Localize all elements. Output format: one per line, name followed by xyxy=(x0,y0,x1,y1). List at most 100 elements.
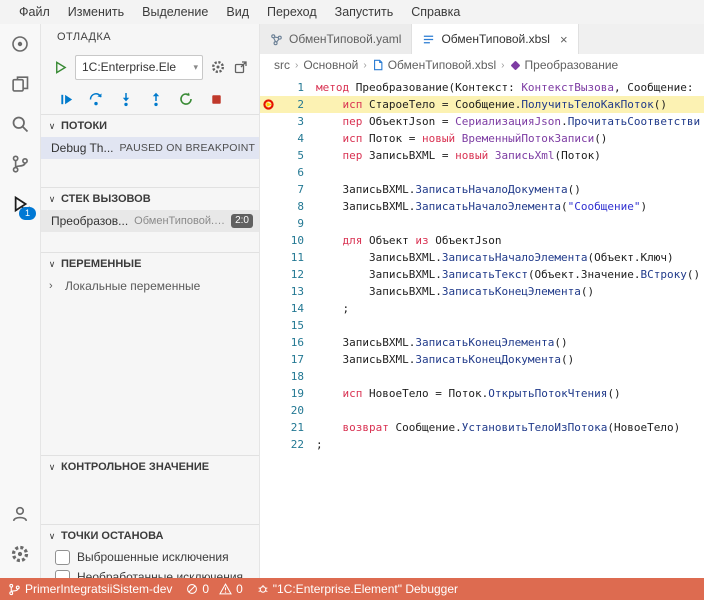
line-number[interactable]: 6 xyxy=(276,166,316,179)
variables-section-header[interactable]: ∨ ПЕРЕМЕННЫЕ xyxy=(41,252,259,275)
open-panel-icon[interactable] xyxy=(233,59,249,75)
breakpoint-gutter[interactable] xyxy=(260,436,276,453)
breakpoint-option-row[interactable]: Выброшенные исключения xyxy=(41,547,259,567)
code-line[interactable]: 16 ЗаписьBXML.ЗаписатьКонецЭлемента() xyxy=(260,334,704,351)
thread-row[interactable]: Debug Th... PAUSED ON BREAKPOINT xyxy=(41,137,259,159)
breakpoint-gutter[interactable] xyxy=(260,130,276,147)
local-variables-row[interactable]: › Локальные переменные xyxy=(41,275,259,297)
breakpoint-gutter[interactable] xyxy=(260,317,276,334)
stop-icon[interactable] xyxy=(207,90,225,108)
menu-item-go[interactable]: Переход xyxy=(258,0,326,24)
settings-gear-icon[interactable] xyxy=(0,534,40,574)
code-line[interactable]: 8 ЗаписьBXML.ЗаписатьНачалоЭлемента("Соо… xyxy=(260,198,704,215)
tab-obmentipovoy-yaml[interactable]: ОбменТиповой.yaml xyxy=(260,24,412,54)
menu-item-selection[interactable]: Выделение xyxy=(133,0,217,24)
line-number[interactable]: 19 xyxy=(276,387,316,400)
breakpoint-gutter[interactable] xyxy=(260,181,276,198)
code-line[interactable]: 14 ; xyxy=(260,300,704,317)
code-line[interactable]: 13 ЗаписьBXML.ЗаписатьКонецЭлемента() xyxy=(260,283,704,300)
code-line[interactable]: 15 xyxy=(260,317,704,334)
code-line[interactable]: 22; xyxy=(260,436,704,453)
source-control-icon[interactable] xyxy=(0,144,40,184)
line-number[interactable]: 21 xyxy=(276,421,316,434)
line-number[interactable]: 12 xyxy=(276,268,316,281)
search-icon[interactable] xyxy=(0,104,40,144)
breakpoint-gutter[interactable] xyxy=(260,249,276,266)
code-line[interactable]: 11 ЗаписьBXML.ЗаписатьНачалоЭлемента(Объ… xyxy=(260,249,704,266)
code-line[interactable]: 12 ЗаписьBXML.ЗаписатьТекст(Объект.Значе… xyxy=(260,266,704,283)
breakpoint-gutter[interactable] xyxy=(260,113,276,130)
breakpoint-gutter[interactable] xyxy=(260,419,276,436)
line-number[interactable]: 1 xyxy=(276,81,316,94)
breakpoint-gutter[interactable] xyxy=(260,351,276,368)
close-icon[interactable]: × xyxy=(560,32,568,47)
step-out-icon[interactable] xyxy=(147,90,165,108)
breakpoint-gutter[interactable] xyxy=(260,266,276,283)
line-number[interactable]: 11 xyxy=(276,251,316,264)
line-number[interactable]: 22 xyxy=(276,438,316,451)
breadcrumb-src[interactable]: src xyxy=(274,58,290,72)
checkbox-thrown-exceptions[interactable] xyxy=(55,550,70,565)
breakpoint-gutter[interactable] xyxy=(260,283,276,300)
menu-item-run[interactable]: Запустить xyxy=(326,0,403,24)
run-and-debug-icon[interactable]: 1 xyxy=(0,184,40,224)
code-line[interactable]: 5 пер ЗаписьBXML = новый ЗаписьXml(Поток… xyxy=(260,147,704,164)
breadcrumb-osnovnoy[interactable]: Основной xyxy=(303,58,358,72)
breakpoint-gutter[interactable] xyxy=(260,300,276,317)
continue-icon[interactable] xyxy=(57,90,75,108)
tab-obmentipovoy-xbsl[interactable]: ОбменТиповой.xbsl × xyxy=(412,24,578,54)
step-over-icon[interactable] xyxy=(87,90,105,108)
problems-segment[interactable]: 0 0 xyxy=(186,582,242,596)
breakpoint-gutter[interactable] xyxy=(260,334,276,351)
breakpoint-option-row[interactable]: Необработанные исключения xyxy=(41,567,259,578)
line-number[interactable]: 5 xyxy=(276,149,316,162)
watch-section-header[interactable]: ∨ КОНТРОЛЬНОЕ ЗНАЧЕНИЕ xyxy=(41,455,259,478)
breadcrumb-file[interactable]: ОбменТиповой.xbsl xyxy=(372,58,496,72)
code-line[interactable]: 4 исп Поток = новый ВременныйПотокЗаписи… xyxy=(260,130,704,147)
checkbox-uncaught-exceptions[interactable] xyxy=(55,570,70,579)
element-logo-icon[interactable] xyxy=(0,24,40,64)
code-line[interactable]: 9 xyxy=(260,215,704,232)
code-line[interactable]: 7 ЗаписьBXML.ЗаписатьНачалоДокумента() xyxy=(260,181,704,198)
code-line[interactable]: 19 исп НовоеТело = Поток.ОткрытьПотокЧте… xyxy=(260,385,704,402)
breakpoint-gutter[interactable] xyxy=(260,215,276,232)
code-line[interactable]: 3 пер ОбъектJson = СериализацияJson.Проч… xyxy=(260,113,704,130)
code-line[interactable]: 2 исп СтароеТело = Сообщение.ПолучитьТел… xyxy=(260,96,704,113)
line-number[interactable]: 18 xyxy=(276,370,316,383)
branch-segment[interactable]: PrimerIntegratsiiSistem-dev xyxy=(8,582,172,596)
threads-section-header[interactable]: ∨ ПОТОКИ xyxy=(41,114,259,137)
line-number[interactable]: 16 xyxy=(276,336,316,349)
launch-config-select[interactable]: 1C:Enterprise.Ele ▾ xyxy=(75,55,203,80)
step-into-icon[interactable] xyxy=(117,90,135,108)
line-number[interactable]: 3 xyxy=(276,115,316,128)
breakpoint-gutter[interactable] xyxy=(260,402,276,419)
code-line[interactable]: 10 для Объект из ОбъектJson xyxy=(260,232,704,249)
breakpoint-gutter[interactable] xyxy=(260,79,276,96)
line-number[interactable]: 17 xyxy=(276,353,316,366)
call-stack-section-header[interactable]: ∨ СТЕК ВЫЗОВОВ xyxy=(41,187,259,210)
breakpoint-gutter[interactable] xyxy=(260,147,276,164)
stack-frame-row[interactable]: Преобразов... ОбменТиповой.xbsl 2:0 xyxy=(41,210,259,232)
launch-settings-gear-icon[interactable] xyxy=(210,59,226,75)
code-line[interactable]: 6 xyxy=(260,164,704,181)
line-number[interactable]: 10 xyxy=(276,234,316,247)
debugger-segment[interactable]: "1C:Enterprise.Element" Debugger xyxy=(257,582,458,596)
breakpoint-gutter[interactable] xyxy=(260,232,276,249)
breakpoint-gutter[interactable] xyxy=(260,368,276,385)
restart-icon[interactable] xyxy=(177,90,195,108)
line-number[interactable]: 8 xyxy=(276,200,316,213)
breakpoints-section-header[interactable]: ∨ ТОЧКИ ОСТАНОВА xyxy=(41,524,259,547)
code-line[interactable]: 18 xyxy=(260,368,704,385)
menu-item-edit[interactable]: Изменить xyxy=(59,0,133,24)
menu-item-help[interactable]: Справка xyxy=(402,0,469,24)
menu-item-file[interactable]: Файл xyxy=(10,0,59,24)
line-number[interactable]: 2 xyxy=(276,98,316,111)
line-number[interactable]: 15 xyxy=(276,319,316,332)
start-debug-icon[interactable] xyxy=(53,60,68,75)
breakpoint-gutter[interactable] xyxy=(260,385,276,402)
code-editor[interactable]: 1метод Преобразование(Контекст: Контекст… xyxy=(260,76,704,578)
line-number[interactable]: 14 xyxy=(276,302,316,315)
line-number[interactable]: 20 xyxy=(276,404,316,417)
code-line[interactable]: 1метод Преобразование(Контекст: Контекст… xyxy=(260,79,704,96)
breakpoint-gutter[interactable] xyxy=(260,164,276,181)
